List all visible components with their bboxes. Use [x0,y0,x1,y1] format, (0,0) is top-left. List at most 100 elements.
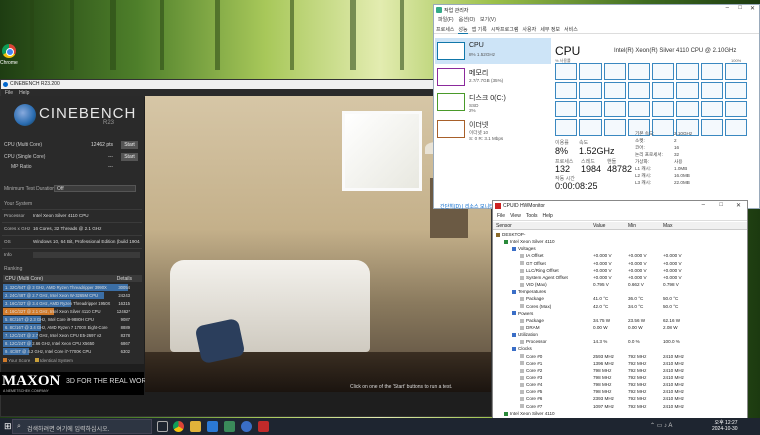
edge-icon[interactable] [207,421,218,432]
sensor-row[interactable]: LLC/Ring Offset +0.000 V +0.000 V +0.000 V [493,267,747,274]
search-placeholder: 검색하려면 여기에 입력하십시오. [27,427,110,433]
menu-view[interactable]: View [510,213,521,219]
task-manager-app-icon [436,7,442,13]
cinebench-logo-icon [14,104,36,126]
sensor-min: 0.0 % [628,339,640,345]
sensor-row[interactable]: Core #0 2593 MHz 792 MHz 2410 MHz [493,353,747,360]
tab-services[interactable]: 서비스 [564,27,578,33]
minimize-icon[interactable]: – [702,202,705,208]
sensor-row[interactable]: DRAM 0.00 W 0.00 W 2.08 W [493,324,747,331]
sensor-min: 0.00 W [628,324,643,330]
col-sensor[interactable]: Sensor [496,223,512,229]
sensor-row[interactable]: Cores (Max) 42.0 °C 34.0 °C 50.0 °C [493,303,747,310]
spec-value: 2 [674,138,677,143]
sensor-row[interactable]: Processor 14.3 % 0.0 % 100.0 % [493,338,747,345]
cinebench-taskbar-icon[interactable] [241,421,252,432]
sidebar-item-ethernet[interactable]: 이더넷 이더넷 10 S: 0 R: 3.1 Mbps [435,116,551,142]
sensor-row[interactable]: Utilization [493,331,747,338]
sensor-row[interactable]: Intel Xeon Silver 4110 [493,238,747,245]
close-icon[interactable]: ✕ [750,5,755,12]
start-single-button[interactable]: Start [121,153,138,161]
sidebar-item-memory[interactable]: 메모리 2.7/7.7GB (35%) [435,64,551,90]
core-graph [724,119,747,136]
threads-value: 1984 [581,164,602,174]
spec-key: 논리 프로세서: [635,152,663,157]
start-multi-button[interactable]: Start [121,141,138,149]
info-input[interactable] [33,252,140,258]
col-max[interactable]: Max [663,223,672,229]
details-link[interactable]: Details [117,276,132,282]
menu-view[interactable]: 보기(V) [480,17,496,23]
windows-start-icon[interactable]: ⊞ [4,421,12,432]
sensor-node-icon [520,361,524,366]
sensor-node-icon [520,318,524,323]
cinebench-titlebar[interactable]: CINEBENCH R23.200 [1,80,491,89]
maxon-logo: MAXON [2,373,61,389]
file-explorer-icon[interactable] [190,421,201,432]
menu-tools[interactable]: Tools [526,213,538,219]
hwmonitor-titlebar[interactable]: CPUID HWMonitor [493,201,747,211]
ranking-label: 7. 12C/24T @ 2.7 GHz, Intel Xeon CPU E5-… [5,333,102,338]
maximize-icon[interactable]: □ [719,202,723,208]
sensor-row[interactable]: GT Offset +0.000 V +0.000 V +0.000 V [493,260,747,267]
sensor-node-icon [520,354,524,359]
sensor-value: 2593 MHz [593,353,614,359]
tab-performance[interactable]: 성능 [458,27,468,34]
core-graph [676,100,699,118]
ranking-score: 30054 [118,285,130,290]
menu-options[interactable]: 옵션(O) [459,17,475,23]
chrome-taskbar-icon[interactable] [173,421,184,432]
sensor-row[interactable]: Intel Xeon Silver 4110 [493,410,747,417]
task-manager-taskbar-icon[interactable] [224,421,235,432]
ranking-header: CPU (Multi Core) Details [3,275,142,282]
sensor-row[interactable]: VID (Max) 0.795 V 0.662 V 0.798 V [493,281,747,288]
tab-processes[interactable]: 프로세스 [436,27,454,33]
close-icon[interactable]: ✕ [736,202,741,209]
sensor-row[interactable]: Temperatures [493,288,747,295]
maximize-icon[interactable]: □ [738,5,742,11]
hwmonitor-taskbar-icon[interactable] [258,421,269,432]
task-manager-titlebar[interactable]: 작업 관리자 [434,5,759,15]
core-graph [676,81,699,99]
min-duration-select[interactable]: Off [54,185,136,192]
sensor-row[interactable]: DESKTOP- [493,231,747,238]
sensor-row[interactable]: Package 34.75 W 23.56 W 62.16 W [493,317,747,324]
tab-users[interactable]: 사용자 [522,27,536,33]
sensor-row[interactable]: Core #5 798 MHz 792 MHz 2410 MHz [493,388,747,395]
sensor-row[interactable]: Core #4 798 MHz 792 MHz 2410 MHz [493,381,747,388]
col-value[interactable]: Value [593,223,605,229]
taskbar-clock[interactable]: 오후 12:27 2024-10-30 [712,419,738,432]
sensor-row[interactable]: IA Offset +0.000 V +0.000 V +0.000 V [493,252,747,259]
menu-help[interactable]: Help [543,213,553,219]
sensor-row[interactable]: Powers [493,310,747,317]
system-tray-icons[interactable]: ⌃ ▭ ♪ A [650,422,672,429]
taskbar-search[interactable]: ⌕ 검색하려면 여기에 입력하십시오. [12,419,152,434]
ranking-select[interactable]: CPU (Multi Core) [5,276,43,282]
task-view-icon[interactable] [157,421,168,432]
core-graph [652,119,675,136]
sidebar-item-disk[interactable]: 디스크 0(C:) SSD 2% [435,89,551,115]
menu-file[interactable]: File [497,213,505,219]
spec-key: 코어: [635,145,645,150]
tab-details[interactable]: 세부 정보 [540,27,560,33]
core-graph [555,81,578,99]
sensor-row[interactable]: Core #7 1097 MHz 792 MHz 2410 MHz [493,403,747,410]
minimize-icon[interactable]: – [726,5,729,11]
chrome-icon[interactable] [2,44,16,58]
sensor-row[interactable]: Core #3 798 MHz 792 MHz 2410 MHz [493,374,747,381]
sensor-row[interactable]: Package 41.0 °C 36.0 °C 50.0 °C [493,295,747,302]
tab-startup[interactable]: 시작프로그램 [491,27,519,33]
tab-app-history[interactable]: 앱 기록 [472,27,487,33]
sensor-max: 2410 MHz [663,375,684,380]
sensor-row[interactable]: Clocks [493,345,747,352]
sidebar-item-sub: 이더넷 10 S: 0 R: 3.1 Mbps [469,130,504,141]
sensor-row[interactable]: System Agent Offset +0.000 V +0.000 V +0.00… [493,274,747,281]
sensor-row[interactable]: Core #1 1396 MHz 792 MHz 2410 MHz [493,360,747,367]
sensor-row[interactable]: Core #2 798 MHz 792 MHz 2410 MHz [493,367,747,374]
sidebar-item-cpu[interactable]: CPU 8% 1.52GHz [435,38,551,64]
sensor-row[interactable]: Voltages [493,245,747,252]
menu-file[interactable]: 파일(F) [438,17,454,23]
menu-bar: File View Tools Help [493,212,747,221]
sensor-row[interactable]: Core #6 2393 MHz 792 MHz 2410 MHz [493,395,747,402]
col-min[interactable]: Min [628,223,636,229]
